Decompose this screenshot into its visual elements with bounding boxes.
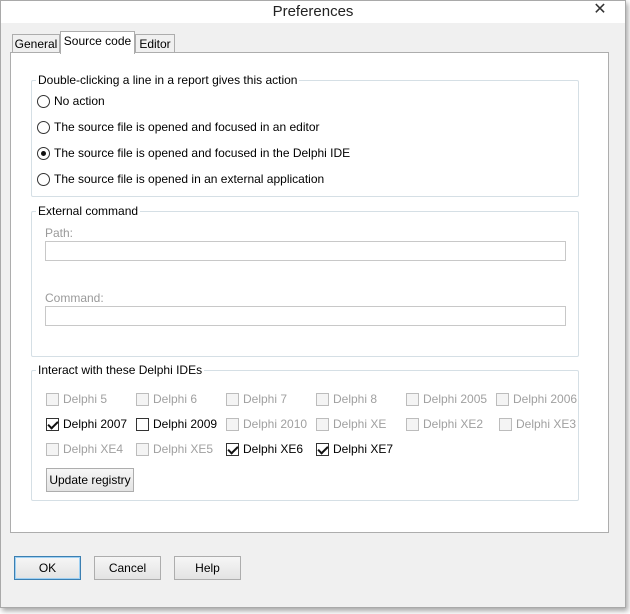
checkbox[interactable] [406,392,419,406]
radio-button[interactable] [37,172,50,186]
checkbox-delphi-2005[interactable]: Delphi 2005 [406,391,487,407]
checkbox-delphi-2010[interactable]: Delphi 2010 [226,416,307,432]
checkbox[interactable] [46,442,59,456]
checkbox-label: Delphi 2005 [423,392,488,406]
action-group-label: Double-clicking a line in a report gives… [36,73,300,87]
radio-label: The source file is opened and focused in… [54,120,320,134]
help-button[interactable]: Help [174,556,241,580]
checkbox-label: Delphi XE4 [63,442,124,456]
checkbox-delphi-xe[interactable]: Delphi XE [316,416,386,432]
checkbox[interactable] [499,417,512,431]
radio-open-in-delphi-ide[interactable]: The source file is opened and focused in… [37,145,350,161]
checkbox-label: Delphi XE5 [153,442,214,456]
tab-source-code[interactable]: Source code [60,31,135,54]
checkbox[interactable] [496,392,509,406]
path-field[interactable] [45,241,566,261]
radio-label: The source file is opened and focused in… [54,146,351,160]
checkbox[interactable] [406,417,419,431]
preferences-dialog: Preferences ✕ General Source code Editor… [0,0,626,608]
radio-button-selected[interactable] [37,146,50,160]
radio-open-in-editor[interactable]: The source file is opened and focused in… [37,119,320,135]
checkbox[interactable] [136,417,149,431]
source-code-panel: Double-clicking a line in a report gives… [10,52,609,533]
checkbox-label: Delphi 2009 [153,417,218,431]
checkbox-checked[interactable] [316,442,329,456]
external-command-label: External command [36,204,141,218]
checkbox-delphi-5[interactable]: Delphi 5 [46,391,107,407]
checkbox-checked[interactable] [46,417,59,431]
command-field[interactable] [45,306,566,326]
radio-open-external[interactable]: The source file is opened in an external… [37,171,324,187]
checkbox-delphi-8[interactable]: Delphi 8 [316,391,377,407]
checkbox-delphi-2007[interactable]: Delphi 2007 [46,416,127,432]
title-bar: Preferences ✕ [1,1,625,23]
cancel-button[interactable]: Cancel [94,556,161,580]
checkbox[interactable] [46,392,59,406]
checkbox-delphi-xe4[interactable]: Delphi XE4 [46,441,123,457]
update-registry-button[interactable]: Update registry [46,468,134,492]
ok-button[interactable]: OK [14,556,81,580]
checkbox-label: Delphi 6 [153,392,198,406]
command-label: Command: [45,291,104,305]
checkbox-label: Delphi XE7 [333,442,394,456]
checkbox-delphi-7[interactable]: Delphi 7 [226,391,287,407]
checkbox[interactable] [316,417,329,431]
checkbox-delphi-2006[interactable]: Delphi 2006 [496,391,577,407]
radio-button[interactable] [37,94,50,108]
checkbox[interactable] [226,392,239,406]
checkbox-delphi-xe6[interactable]: Delphi XE6 [226,441,303,457]
checkbox-label: Delphi 5 [63,392,108,406]
radio-label: The source file is opened in an external… [54,172,325,186]
close-icon[interactable]: ✕ [583,1,617,20]
checkbox-delphi-xe3[interactable]: Delphi XE3 [499,416,576,432]
checkbox-label: Delphi 2006 [513,392,578,406]
checkbox-checked[interactable] [226,442,239,456]
checkbox-label: Delphi 7 [243,392,288,406]
tab-general[interactable]: General [12,34,60,54]
tab-editor[interactable]: Editor [135,34,175,54]
checkbox-delphi-2009[interactable]: Delphi 2009 [136,416,217,432]
checkbox-label: Delphi XE3 [516,417,577,431]
external-command-group [31,211,579,357]
checkbox[interactable] [226,417,239,431]
checkbox-delphi-6[interactable]: Delphi 6 [136,391,197,407]
ides-group-label: Interact with these Delphi IDEs [36,363,205,377]
checkbox-label: Delphi XE2 [423,417,484,431]
radio-label: No action [54,94,105,108]
checkbox-label: Delphi 8 [333,392,378,406]
checkbox-label: Delphi XE6 [243,442,304,456]
window-title: Preferences [272,3,354,20]
checkbox-label: Delphi XE [333,417,387,431]
checkbox[interactable] [136,392,149,406]
radio-button[interactable] [37,120,50,134]
checkbox-delphi-xe2[interactable]: Delphi XE2 [406,416,483,432]
checkbox-label: Delphi 2007 [63,417,128,431]
checkbox-delphi-xe7[interactable]: Delphi XE7 [316,441,393,457]
checkbox[interactable] [316,392,329,406]
path-label: Path: [45,226,74,240]
radio-no-action[interactable]: No action [37,93,105,109]
checkbox-label: Delphi 2010 [243,417,308,431]
checkbox[interactable] [136,442,149,456]
checkbox-delphi-xe5[interactable]: Delphi XE5 [136,441,213,457]
